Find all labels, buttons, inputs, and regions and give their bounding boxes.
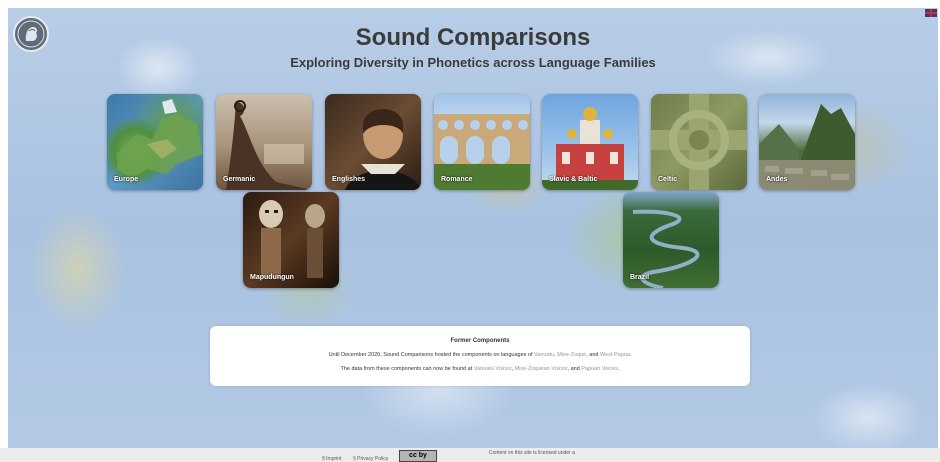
family-tile-romance[interactable]: Romance (434, 94, 530, 190)
page-footer: § Imprint § Privacy Policy cc by Content… (0, 448, 940, 462)
family-tile-andes[interactable]: Andes (759, 94, 855, 190)
tile-label: Europe (114, 176, 139, 183)
tile-label: Brazil (630, 274, 650, 281)
tile-label: Germanic (223, 176, 256, 183)
tile-label: Slavic & Baltic (549, 176, 598, 183)
former-components-paragraph-2: The data from these components can now b… (340, 366, 620, 372)
page-title: Sound Comparisons (355, 24, 591, 51)
page-background: Sound Comparisons Exploring Diversity in… (8, 8, 938, 448)
family-tile-mapudungun[interactable]: Mapudungun (243, 192, 339, 288)
link-papuan-voices[interactable]: Papuan Voices (581, 366, 618, 372)
link-west-papua[interactable]: West Papua (600, 352, 630, 358)
privacy-policy-link[interactable]: § Privacy Policy (353, 456, 388, 462)
link-vanuatu-voices[interactable]: Vanuatu Voices (474, 366, 512, 372)
former-components-heading: Former Components (450, 338, 510, 344)
link-mixe-zoque[interactable]: Mixe-Zoque (557, 352, 586, 358)
language-flag-icon[interactable] (924, 8, 938, 18)
link-vanuatu[interactable]: Vanuatu (534, 352, 554, 358)
page-subtitle: Exploring Diversity in Phonetics across … (290, 55, 656, 70)
family-tile-slavic-baltic[interactable]: Slavic & Baltic (542, 94, 638, 190)
family-tile-englishes[interactable]: Englishes (325, 94, 421, 190)
tile-label: Celtic (658, 176, 678, 183)
imprint-link[interactable]: § Imprint (322, 456, 341, 462)
former-components-paragraph-1: Until December 2020, Sound Comparisons h… (328, 352, 632, 358)
family-tile-europe[interactable]: Europe (107, 94, 203, 190)
license-text: Content on this site is licensed under a (489, 450, 575, 456)
tile-label: Andes (766, 176, 788, 183)
tile-label: Englishes (332, 176, 366, 183)
link-mixe-zoquean-voices[interactable]: Mixe-Zoquean Voices (515, 366, 568, 372)
family-tile-brazil[interactable]: Brazil (623, 192, 719, 288)
tile-label: Mapudungun (250, 274, 294, 281)
family-tile-germanic[interactable]: Germanic (216, 94, 312, 190)
creative-commons-badge[interactable]: cc by (399, 450, 437, 462)
tile-label: Romance (441, 176, 473, 183)
former-components-panel: Former Components Until December 2020, S… (210, 326, 750, 386)
family-tile-celtic[interactable]: Celtic (651, 94, 747, 190)
